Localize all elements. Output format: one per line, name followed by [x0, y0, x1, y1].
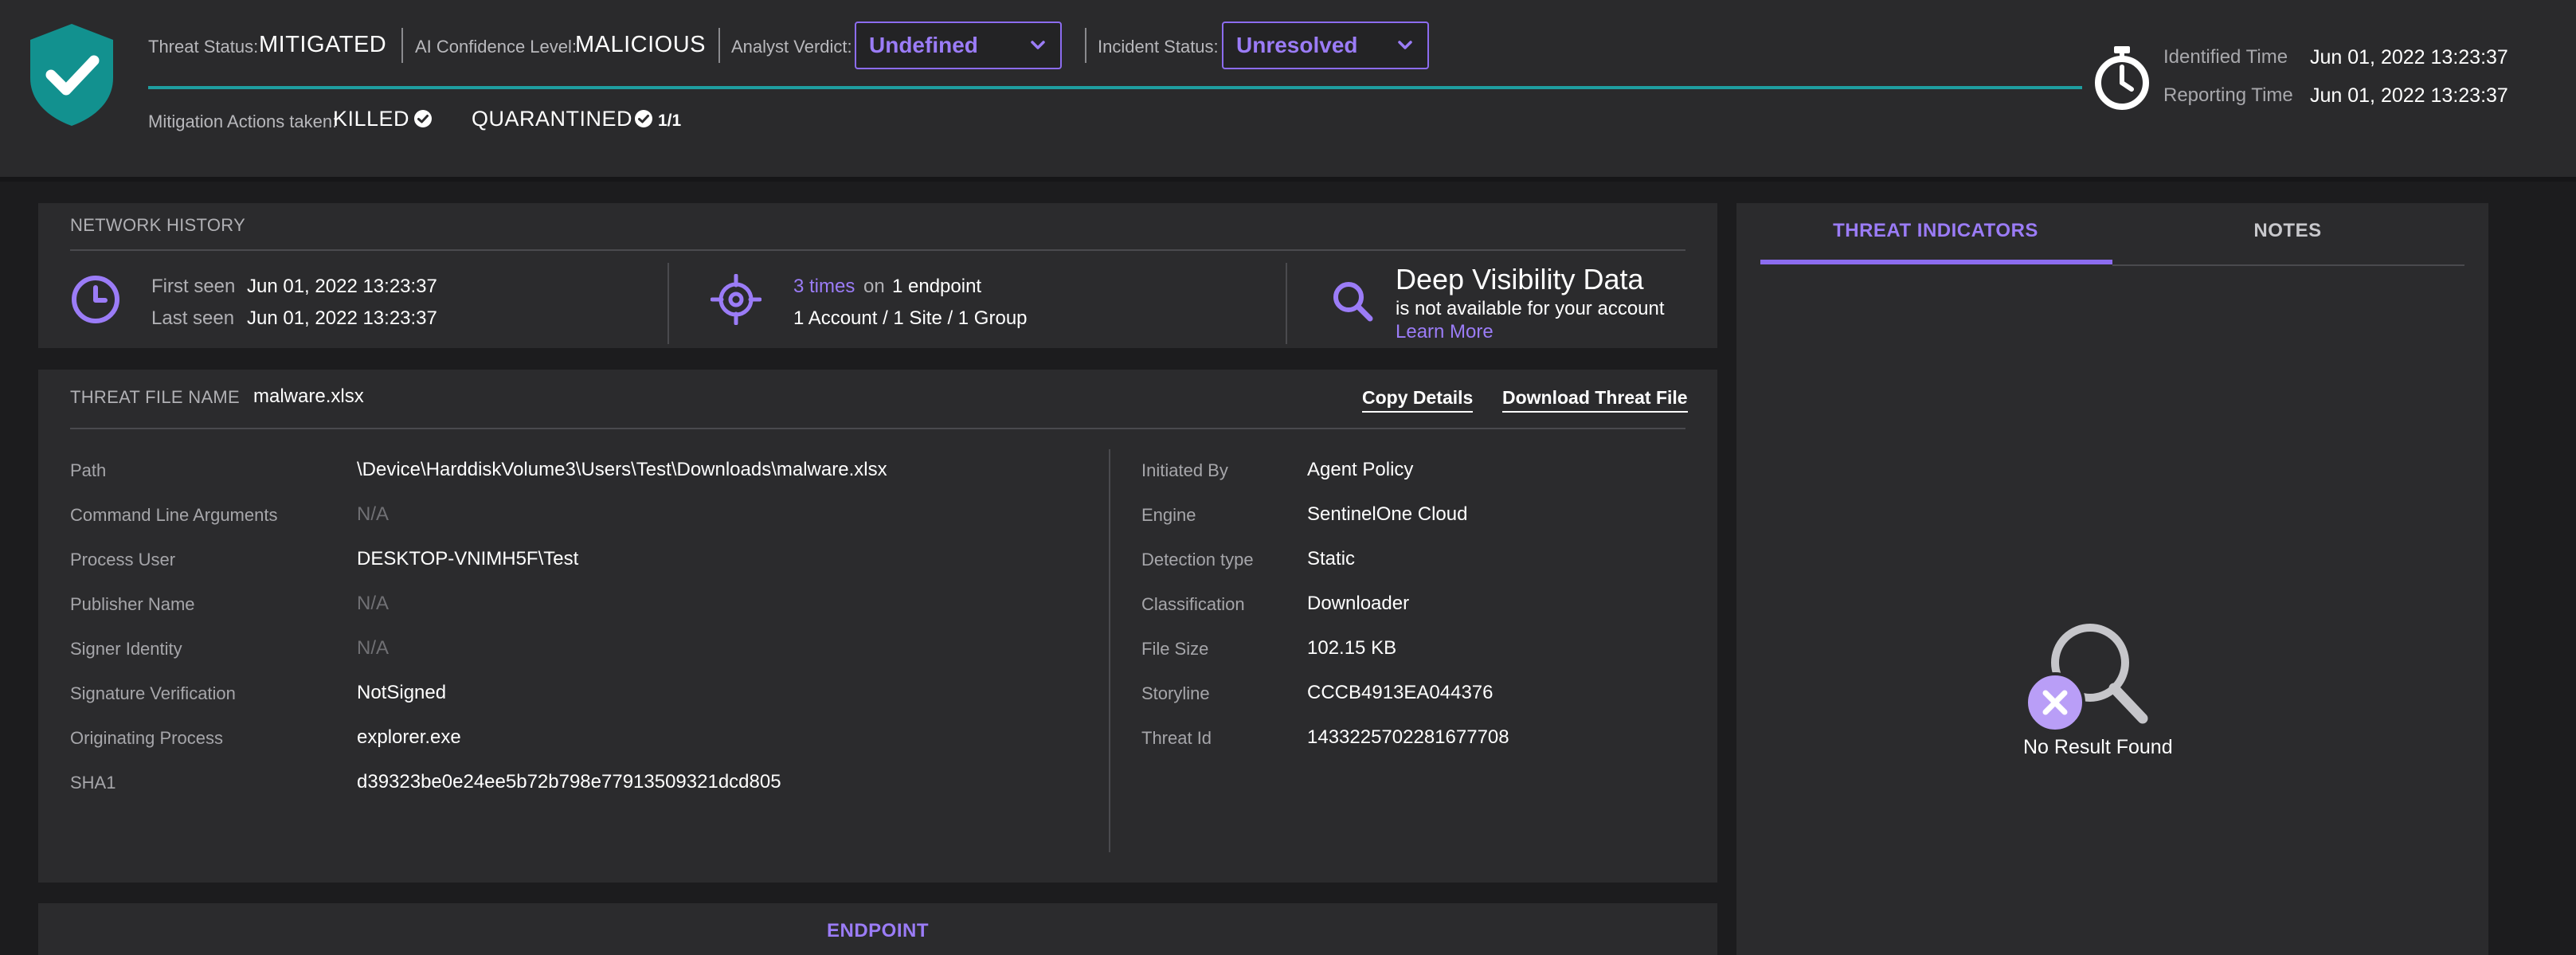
threat-file-panel [38, 370, 1717, 883]
tab-threat-indicators[interactable]: THREAT INDICATORS [1760, 220, 2111, 242]
copy-details-button[interactable]: Copy Details [1362, 387, 1474, 413]
chevron-down-icon [1031, 41, 1045, 49]
shield-check-icon [30, 24, 113, 126]
threat-status-value: MITIGATED [259, 32, 387, 57]
deep-visibility-title: Deep Visibility Data [1396, 263, 1644, 296]
last-seen-label: Last seen [151, 307, 235, 329]
field-label-classification: Classification [1141, 594, 1245, 614]
page-gutter [2488, 182, 2576, 955]
field-value-originating-process: explorer.exe [357, 726, 461, 748]
threat-status-label: Threat Status: [148, 37, 259, 57]
check-circle-icon [414, 110, 432, 127]
field-label-file-size: File Size [1141, 639, 1209, 659]
header-status-line [148, 86, 2082, 89]
endpoint-title[interactable]: ENDPOINT [38, 920, 1717, 942]
incident-status-dropdown[interactable]: Unresolved [1222, 22, 1429, 69]
field-label-signer: Signer Identity [70, 639, 182, 659]
ai-confidence-value: MALICIOUS [575, 32, 707, 57]
field-value-classification: Downloader [1307, 593, 1410, 614]
field-label-initiated-by: Initiated By [1141, 460, 1228, 480]
no-result-icon [2025, 624, 2148, 733]
incident-status-value: Unresolved [1236, 33, 1358, 57]
magnifier-icon [1333, 282, 1373, 322]
on-text: on [863, 276, 885, 297]
analyst-verdict-value: Undefined [869, 33, 978, 57]
tab-divider [2112, 264, 2464, 266]
field-value-command-line: N/A [357, 503, 390, 525]
field-label-signature: Signature Verification [70, 683, 236, 703]
field-value-storyline: CCCB4913EA044376 [1307, 682, 1494, 703]
header-separator [718, 28, 720, 63]
first-seen-value: Jun 01, 2022 13:23:37 [247, 276, 437, 297]
endpoints-count: 1 endpoint [892, 276, 982, 297]
mitigation-action-killed: KILLED [333, 107, 410, 131]
field-value-threat-id: 1433225702281677708 [1307, 726, 1509, 748]
column-divider [1109, 449, 1110, 852]
clock-icon [72, 276, 119, 323]
mitigation-label: Mitigation Actions taken: [148, 112, 338, 131]
stopwatch-icon [2095, 46, 2149, 110]
field-label-command-line: Command Line Arguments [70, 505, 278, 525]
identified-time-value: Jun 01, 2022 13:23:37 [2310, 46, 2508, 68]
field-value-sha1: d39323be0e24ee5b72b798e77913509321dcd805 [357, 771, 781, 793]
check-circle-icon [635, 110, 652, 127]
field-value-detection-type: Static [1307, 548, 1356, 569]
ai-confidence-label: AI Confidence Level: [415, 37, 577, 57]
download-threat-file-button[interactable]: Download Threat File [1502, 387, 1688, 413]
field-label-sha1: SHA1 [70, 773, 116, 793]
crosshair-target-icon [711, 274, 761, 325]
field-label-storyline: Storyline [1141, 683, 1210, 703]
deep-visibility-text: is not available for your account [1396, 298, 1665, 319]
column-divider [667, 263, 669, 344]
field-value-signature: NotSigned [357, 682, 447, 703]
field-label-threat-id: Threat Id [1141, 728, 1212, 748]
learn-more-link[interactable]: Learn More [1396, 321, 1494, 343]
times-link[interactable]: 3 times [793, 276, 855, 298]
header-divider [0, 177, 2576, 182]
last-seen-value: Jun 01, 2022 13:23:37 [247, 307, 437, 329]
column-divider [1286, 263, 1287, 344]
section-divider [70, 428, 1685, 429]
field-value-signer: N/A [357, 637, 390, 659]
field-label-detection-type: Detection type [1141, 550, 1254, 569]
chevron-down-icon [1398, 41, 1412, 49]
incident-status-label: Incident Status: [1098, 37, 1219, 57]
analyst-verdict-label: Analyst Verdict: [731, 37, 852, 57]
field-label-engine: Engine [1141, 505, 1196, 525]
field-label-process-user: Process User [70, 550, 176, 569]
field-value-publisher: N/A [357, 593, 390, 614]
header-separator [1085, 28, 1086, 63]
field-value-file-size: 102.15 KB [1307, 637, 1397, 659]
tab-notes[interactable]: NOTES [2112, 220, 2463, 242]
mitigation-action-quarantined: QUARANTINED [472, 107, 633, 131]
reporting-time-label: Reporting Time [2163, 84, 2293, 106]
field-value-path: \Device\HarddiskVolume3\Users\Test\Downl… [357, 459, 887, 480]
field-value-engine: SentinelOne Cloud [1307, 503, 1468, 525]
field-value-initiated-by: Agent Policy [1307, 459, 1414, 480]
field-label-path: Path [70, 460, 107, 480]
active-tab-indicator [1760, 260, 2112, 264]
field-label-publisher: Publisher Name [70, 594, 195, 614]
quarantine-count: 1/1 [658, 112, 682, 130]
identified-time-label: Identified Time [2163, 46, 2288, 68]
scope-text: 1 Account / 1 Site / 1 Group [793, 307, 1028, 329]
no-result-text: No Result Found [2023, 736, 2173, 758]
threat-file-name-label: THREAT FILE NAME [70, 387, 241, 407]
field-value-process-user: DESKTOP-VNIMH5F\Test [357, 548, 579, 569]
section-divider [70, 249, 1685, 251]
side-panel [1736, 203, 2488, 955]
first-seen-label: First seen [151, 276, 236, 297]
header-separator [401, 28, 403, 63]
analyst-verdict-dropdown[interactable]: Undefined [855, 22, 1062, 69]
network-history-title: NETWORK HISTORY [70, 215, 246, 235]
reporting-time-value: Jun 01, 2022 13:23:37 [2310, 84, 2508, 107]
threat-file-name: malware.xlsx [253, 386, 364, 407]
field-label-originating-process: Originating Process [70, 728, 223, 748]
